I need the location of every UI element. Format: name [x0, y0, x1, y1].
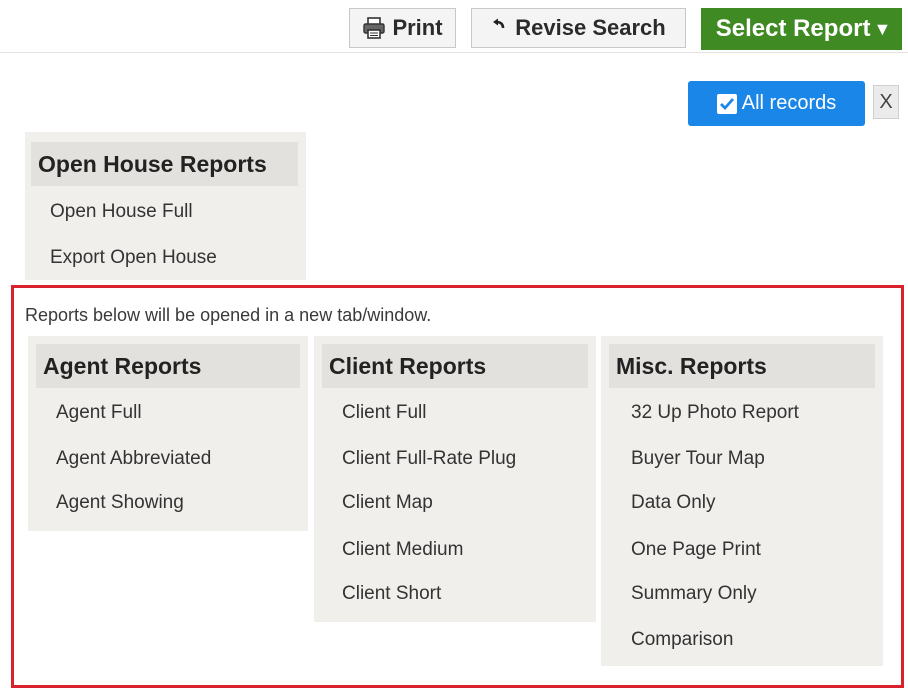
checkbox-checked-icon [716, 93, 737, 114]
report-link-32-up-photo[interactable]: 32 Up Photo Report [601, 398, 883, 428]
report-link-buyer-tour-map[interactable]: Buyer Tour Map [601, 444, 883, 474]
revise-search-button[interactable]: Revise Search [471, 8, 686, 48]
report-link-agent-full[interactable]: Agent Full [28, 398, 308, 428]
report-link-export-open-house[interactable]: Export Open House [25, 243, 306, 273]
report-link-data-only[interactable]: Data Only [601, 488, 883, 518]
report-link-client-full[interactable]: Client Full [314, 398, 596, 428]
select-report-dropdown[interactable]: Select Report ▼ [701, 8, 902, 50]
printer-icon [362, 17, 386, 39]
agent-reports-group: Agent Reports Agent Full Agent Abbreviat… [28, 336, 308, 531]
report-link-summary-only[interactable]: Summary Only [601, 579, 883, 609]
client-reports-title: Client Reports [322, 344, 588, 388]
print-label: Print [392, 15, 443, 40]
client-reports-group: Client Reports Client Full Client Full-R… [314, 336, 596, 622]
close-button[interactable]: X [873, 85, 899, 119]
all-records-toggle[interactable]: All records [688, 81, 865, 126]
all-records-label: All records [741, 92, 837, 114]
agent-reports-title: Agent Reports [36, 344, 300, 388]
revise-search-label: Revise Search [515, 15, 666, 40]
back-arrow-icon [491, 18, 509, 38]
report-link-comparison[interactable]: Comparison [601, 625, 883, 655]
select-report-label: Select Report [715, 15, 871, 42]
report-link-agent-abbreviated[interactable]: Agent Abbreviated [28, 444, 308, 474]
new-tab-note: Reports below will be opened in a new ta… [25, 305, 432, 325]
toolbar-divider [0, 52, 908, 53]
misc-reports-title: Misc. Reports [609, 344, 875, 388]
report-link-client-medium[interactable]: Client Medium [314, 535, 596, 565]
report-link-agent-showing[interactable]: Agent Showing [28, 488, 308, 518]
report-link-client-full-rate-plug[interactable]: Client Full-Rate Plug [314, 444, 596, 474]
report-link-one-page-print[interactable]: One Page Print [601, 535, 883, 565]
report-link-client-map[interactable]: Client Map [314, 488, 596, 518]
open-house-reports-group: Open House Reports Open House Full Expor… [25, 132, 306, 280]
report-link-client-short[interactable]: Client Short [314, 579, 596, 609]
misc-reports-group: Misc. Reports 32 Up Photo Report Buyer T… [601, 336, 883, 666]
chevron-down-icon: ▼ [873, 18, 892, 39]
print-button[interactable]: Print [349, 8, 456, 48]
report-link-open-house-full[interactable]: Open House Full [25, 197, 306, 227]
open-house-reports-title: Open House Reports [31, 142, 298, 186]
